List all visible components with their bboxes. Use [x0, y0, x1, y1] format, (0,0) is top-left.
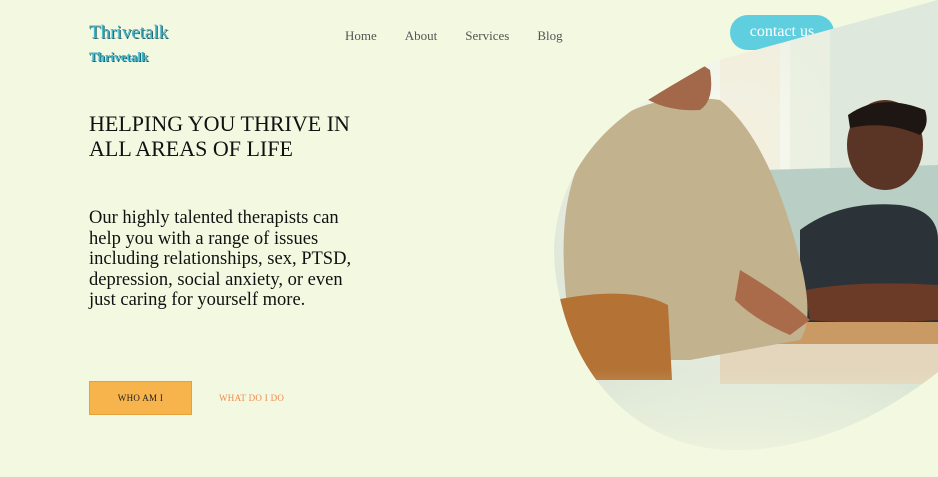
hero-photo — [554, 0, 938, 450]
